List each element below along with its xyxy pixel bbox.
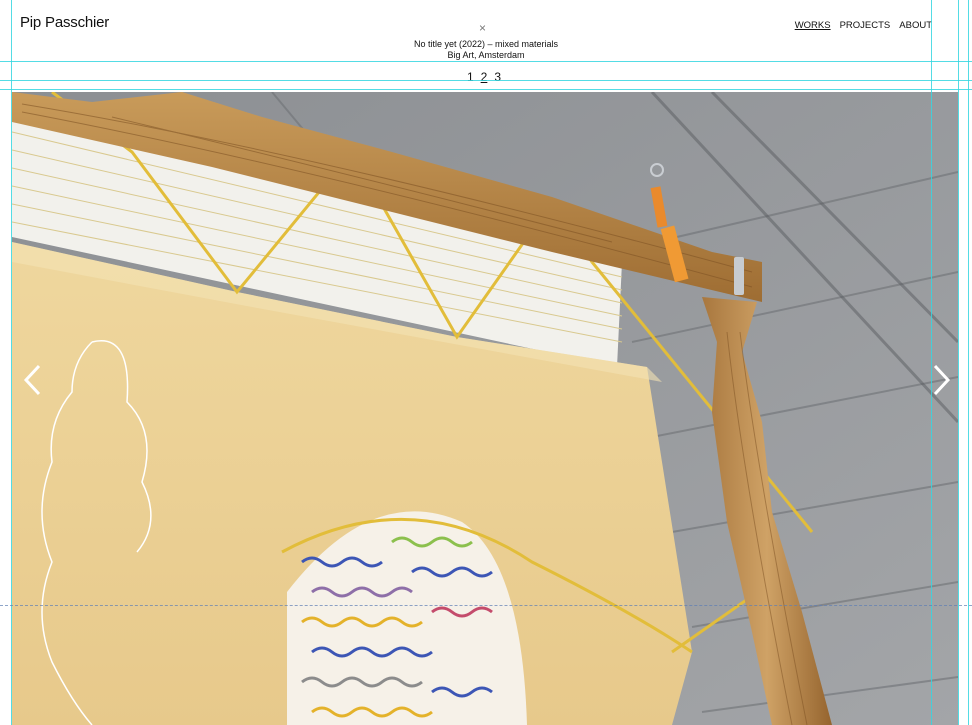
guide-line <box>0 605 972 606</box>
nav-projects[interactable]: PROJECTS <box>840 20 891 31</box>
nav-about[interactable]: ABOUT <box>899 20 932 31</box>
guide-line <box>968 0 969 725</box>
guide-line <box>11 0 12 725</box>
guide-line <box>0 89 972 90</box>
guide-line <box>931 0 932 725</box>
nav-works[interactable]: WORKS <box>795 20 831 31</box>
work-caption-title: No title yet (2022) – mixed materials <box>413 39 559 49</box>
artwork-photo <box>12 92 958 725</box>
close-icon[interactable]: × <box>479 22 486 34</box>
pager-page-1[interactable]: 1 <box>467 70 474 84</box>
work-caption-location: Big Art, Amsterdam <box>447 50 525 60</box>
pager-page-3[interactable]: 3 <box>494 70 501 84</box>
guide-line <box>0 61 972 62</box>
slide-pager: 1 2 3 <box>0 70 970 84</box>
pager-page-2[interactable]: 2 <box>481 70 488 84</box>
guide-line <box>0 80 972 81</box>
site-title[interactable]: Pip Passchier <box>20 14 109 31</box>
main-nav: WORKS PROJECTS ABOUT <box>795 20 932 31</box>
guide-line <box>958 0 959 725</box>
chevron-left-icon[interactable] <box>20 362 46 398</box>
